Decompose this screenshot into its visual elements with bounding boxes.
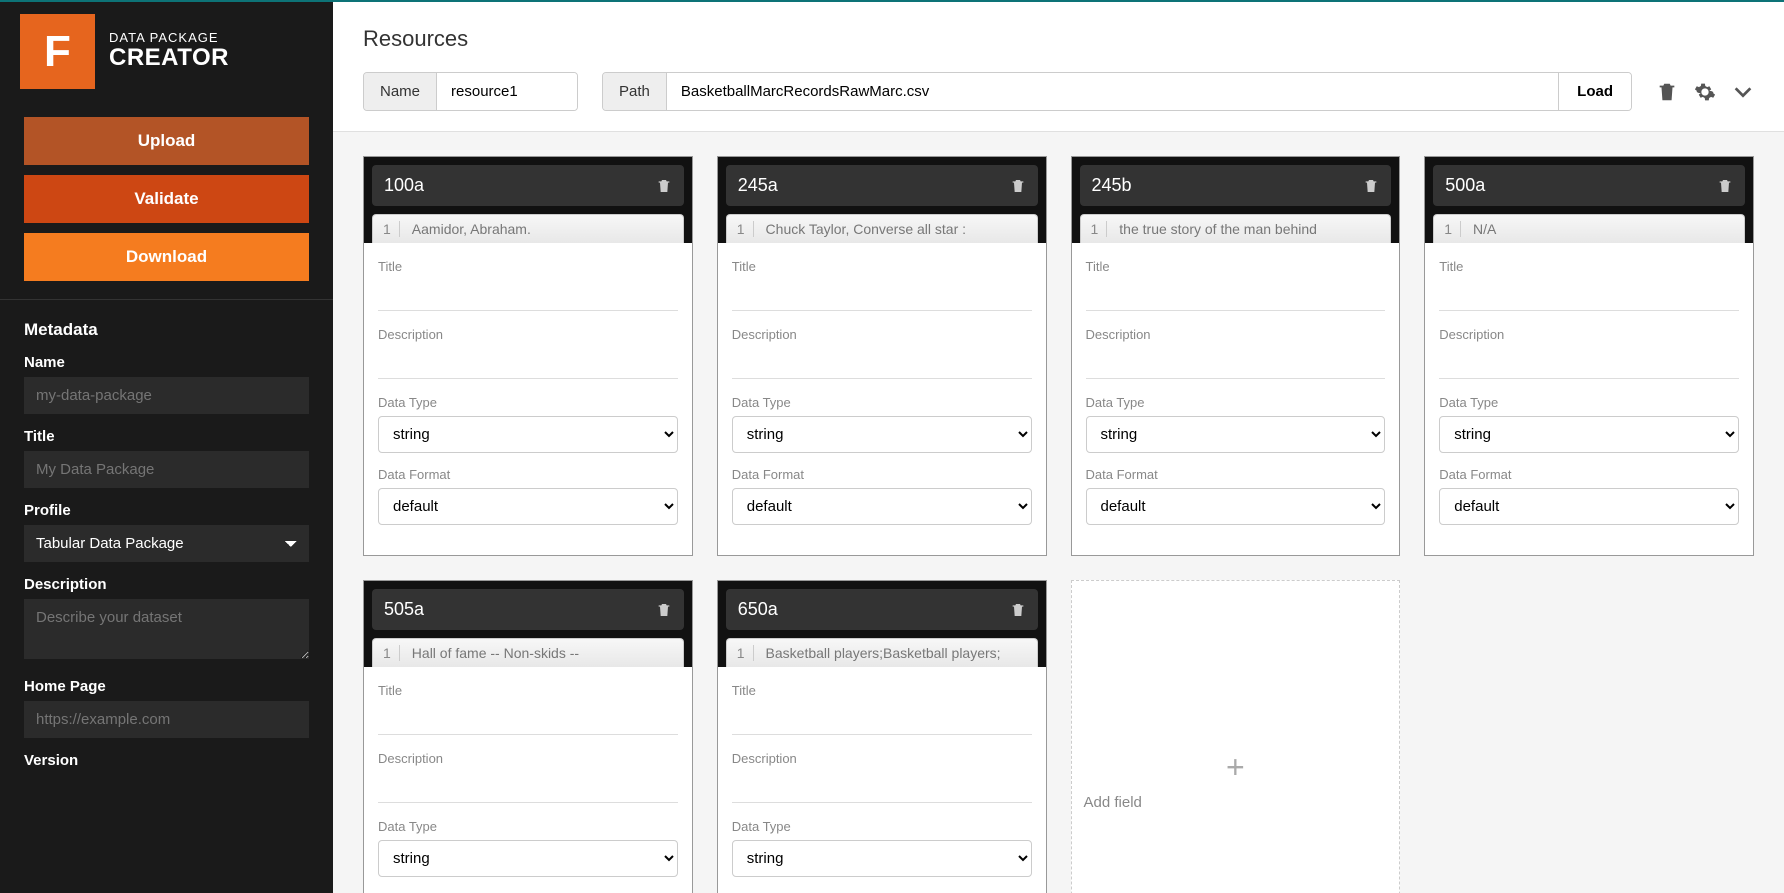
validate-button[interactable]: Validate [24,175,309,223]
field-name: 245a [738,175,778,196]
title-label: Title [24,428,309,445]
field-name: 245b [1092,175,1132,196]
field-format-select[interactable]: default [1439,488,1739,525]
trash-icon[interactable] [1010,601,1026,619]
field-description-input[interactable] [378,772,678,803]
profile-select[interactable]: Tabular Data Package [24,525,309,562]
name-input[interactable] [24,377,309,414]
field-title-input[interactable] [732,280,1032,311]
resource-path-input[interactable] [667,73,1558,110]
sample-row: 1 Aamidor, Abraham. [372,214,684,243]
profile-label: Profile [24,502,309,519]
field-title-input[interactable] [1086,280,1386,311]
homepage-input[interactable] [24,701,309,738]
field-name: 500a [1445,175,1485,196]
name-label: Name [24,354,309,371]
gear-icon[interactable] [1694,81,1716,103]
resource-name-input[interactable] [437,73,577,110]
page-title: Resources [363,26,1754,52]
field-card: 650a 1 Basketball players;Basketball pla… [717,580,1047,893]
title-input[interactable] [24,451,309,488]
resource-path-label: Path [603,73,667,110]
field-description-input[interactable] [1439,348,1739,379]
chevron-down-icon[interactable] [1732,81,1754,103]
field-card: 245b 1 the true story of the man behind … [1071,156,1401,556]
upload-button[interactable]: Upload [24,117,309,165]
resource-name-label: Name [364,73,437,110]
field-description-input[interactable] [732,772,1032,803]
logo-subtitle: DATA PACKAGE [109,31,229,45]
field-type-select[interactable]: string [732,840,1032,877]
field-format-select[interactable]: default [1086,488,1386,525]
field-card: 505a 1 Hall of fame -- Non-skids -- Titl… [363,580,693,893]
sample-row: 1 Hall of fame -- Non-skids -- [372,638,684,667]
field-title-input[interactable] [378,280,678,311]
sample-row: 1 N/A [1433,214,1745,243]
field-description-input[interactable] [732,348,1032,379]
logo-icon: F [20,14,95,89]
field-type-select[interactable]: string [732,416,1032,453]
sample-row: 1 Chuck Taylor, Converse all star : [726,214,1038,243]
download-button[interactable]: Download [24,233,309,281]
field-card: 100a 1 Aamidor, Abraham. Title Descripti… [363,156,693,556]
add-field-button[interactable]: + Add field [1071,580,1401,893]
trash-icon[interactable] [1010,177,1026,195]
homepage-label: Home Page [24,678,309,695]
trash-icon[interactable] [656,177,672,195]
field-name: 505a [384,599,424,620]
field-description-input[interactable] [378,348,678,379]
description-label: Description [24,576,309,593]
trash-icon[interactable] [1656,81,1678,103]
field-name: 650a [738,599,778,620]
field-type-select[interactable]: string [1439,416,1739,453]
field-description-input[interactable] [1086,348,1386,379]
metadata-section: Metadata Name Title Profile Tabular Data… [0,299,333,795]
logo-section: F DATA PACKAGE CREATOR [0,2,333,109]
sample-row: 1 the true story of the man behind [1080,214,1392,243]
trash-icon[interactable] [1363,177,1379,195]
field-title-input[interactable] [732,704,1032,735]
plus-icon: + [1226,749,1245,786]
sidebar: F DATA PACKAGE CREATOR Upload Validate D… [0,2,333,893]
trash-icon[interactable] [1717,177,1733,195]
metadata-heading: Metadata [24,320,309,340]
field-title-input[interactable] [1439,280,1739,311]
resource-bar: Name Path Load [363,72,1754,111]
field-card: 500a 1 N/A Title Description Data Type s… [1424,156,1754,556]
main-panel: Resources Name Path Load 1 [333,2,1784,893]
field-title-input[interactable] [378,704,678,735]
field-type-select[interactable]: string [1086,416,1386,453]
sample-row: 1 Basketball players;Basketball players; [726,638,1038,667]
field-format-select[interactable]: default [378,488,678,525]
field-type-select[interactable]: string [378,416,678,453]
version-label: Version [24,752,309,769]
load-button[interactable]: Load [1558,73,1631,110]
description-input[interactable] [24,599,309,659]
trash-icon[interactable] [656,601,672,619]
field-card: 245a 1 Chuck Taylor, Converse all star :… [717,156,1047,556]
field-type-select[interactable]: string [378,840,678,877]
field-format-select[interactable]: default [732,488,1032,525]
logo-title: CREATOR [109,45,229,71]
field-name: 100a [384,175,424,196]
